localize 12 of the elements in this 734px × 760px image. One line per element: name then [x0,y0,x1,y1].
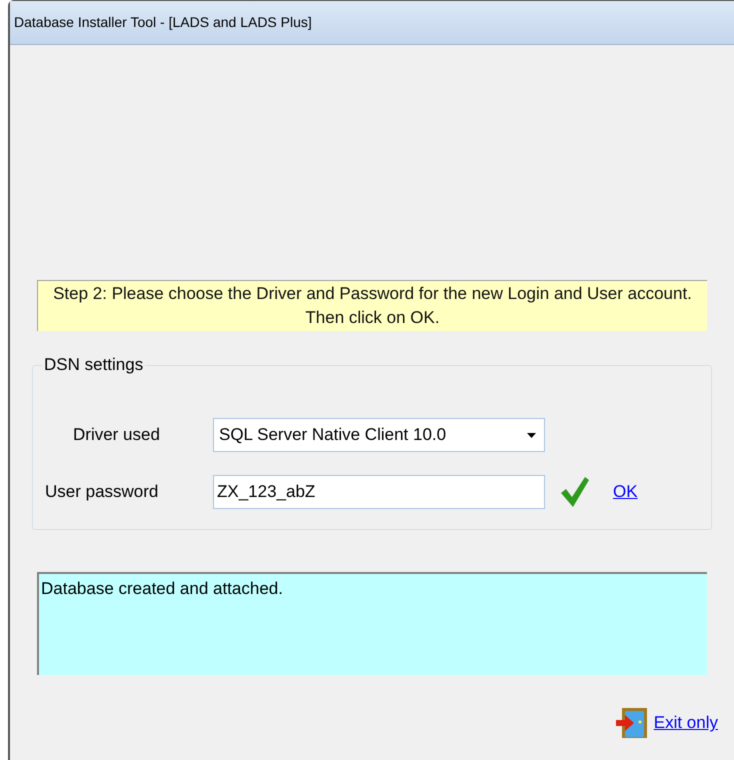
log-box: Database created and attached. [37,572,707,675]
ok-link[interactable]: OK [613,479,638,505]
exit-link[interactable]: Exit only [654,710,718,736]
window-title: Database Installer Tool - [LADS and LADS Plus] [14,13,312,32]
driver-dropdown[interactable]: SQL Server Native Client 10.0 [213,418,545,452]
caret-icon [527,432,536,438]
password-label: User password [45,481,160,504]
instruction-banner: Step 2: Please choose the Driver and Password for the new Login and User account. Then click on OK. [37,280,707,331]
driver-label: Driver used [73,424,161,446]
password-field[interactable]: ZX_123_abZ [213,475,545,509]
group-title: DSN settings [42,355,146,375]
exit-door-icon [616,707,648,739]
